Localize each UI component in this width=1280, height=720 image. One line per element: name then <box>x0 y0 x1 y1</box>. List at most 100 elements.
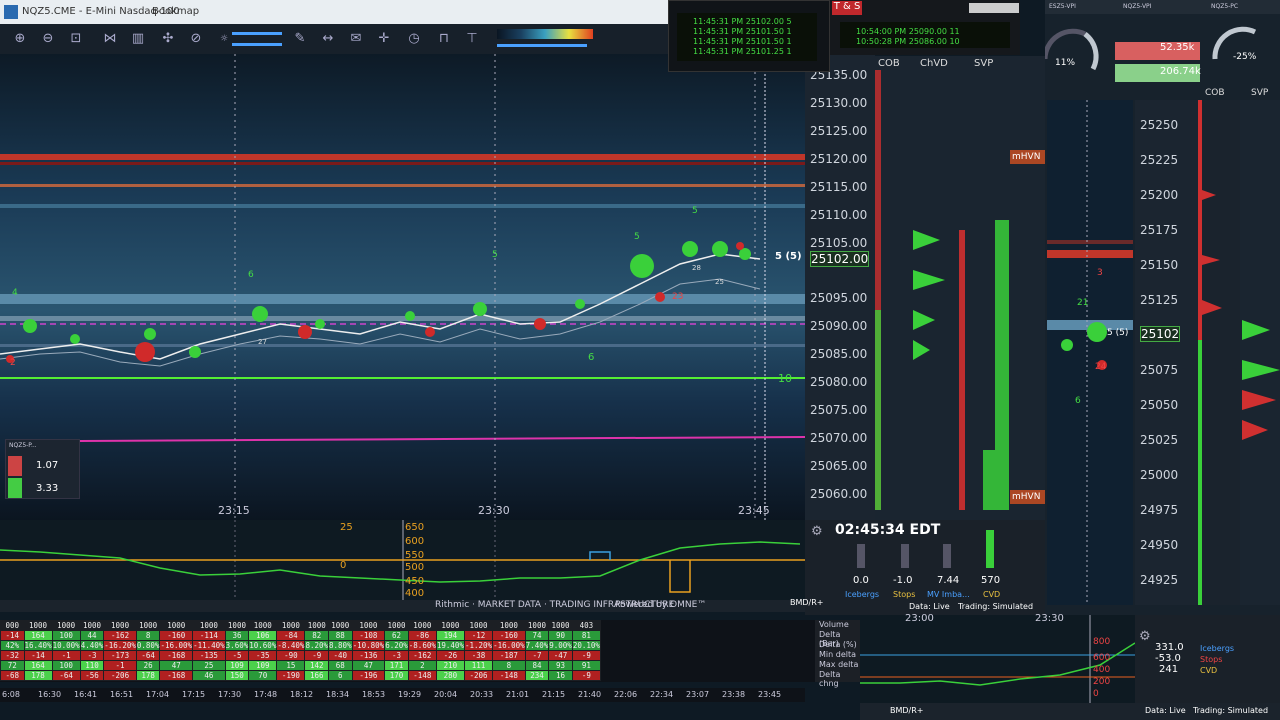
grid-row: 000 1000 1000 1000 1000 1000 1000 1000 1000 1000 1… <box>0 620 601 631</box>
trading-status: Trading: Simulated <box>1193 706 1269 715</box>
brightness-slider[interactable] <box>232 32 282 35</box>
grid-cell: 142 <box>304 660 330 671</box>
grid-cell: 178 <box>135 670 161 681</box>
grid-cell: 280 <box>435 670 465 681</box>
contrast-slider[interactable] <box>232 43 282 46</box>
grid-cell: -9 <box>304 650 330 661</box>
gear-icon[interactable]: ⚙ <box>811 524 823 539</box>
grid-cell: -64 <box>51 670 81 681</box>
indicator-label: 400 <box>405 588 425 599</box>
col-header-chvd[interactable]: ChVD <box>920 58 948 69</box>
tab-label[interactable]: NQZ5-VPI <box>1123 3 1151 10</box>
indicator-label: 450 <box>405 576 425 587</box>
time-and-sales-2[interactable]: T & S 10:54:00 PM 25090.00 11 10:50:28 P… <box>830 0 1020 55</box>
mini-widget[interactable]: NQZ5-P... 1.07 3.33 <box>5 439 80 499</box>
ts-row: 11:45:31 PM 25101.25 1 <box>693 47 792 56</box>
gauge-value-2: -25% <box>1233 52 1257 62</box>
grid-cell: 1000 <box>248 620 278 631</box>
current-price-tick: 25102 <box>1140 326 1181 342</box>
indicator-label: 400 <box>1093 665 1111 675</box>
grid-cell: 4.40% <box>79 640 105 651</box>
pencil-icon[interactable]: ✎ <box>292 31 308 47</box>
bubble-label: 24 <box>1095 362 1107 372</box>
ts-list[interactable]: 11:45:31 PM 25102.00 5 11:45:31 PM 25101… <box>677 13 817 61</box>
grid-row: 42% 16.40% 10.00% 4.40% -16.20% 0.80% -16.00% -… <box>0 640 601 651</box>
crosshair-icon[interactable]: ✛ <box>376 31 392 47</box>
grid-cell: -10.80% <box>351 640 386 651</box>
grid-cell: -162 <box>407 650 437 661</box>
grid-time-label: 17:04 <box>146 690 170 699</box>
right-col-header[interactable]: SVP <box>1251 88 1268 98</box>
chat-icon[interactable]: ✉ <box>348 31 364 47</box>
bubble-label: 25 <box>715 278 724 286</box>
app-icon <box>4 5 18 19</box>
grid-cell: 93 <box>548 660 573 671</box>
grid-cell: 164 <box>23 660 53 671</box>
grid-cell: 170 <box>384 670 409 681</box>
price-tick: 25250 <box>1140 118 1179 132</box>
tab-label[interactable]: ESZ5-VPI <box>1049 3 1076 10</box>
magnet-icon[interactable]: ⊓ <box>436 31 452 47</box>
gauge-value-1: 11% <box>1055 58 1076 68</box>
price-tick: 25120.00 <box>810 152 868 166</box>
ts2-list[interactable]: 10:54:00 PM 25090.00 11 10:50:28 PM 2508… <box>840 22 1010 48</box>
zoom-out-icon[interactable]: ⊖ <box>40 31 56 47</box>
price-tick: 25000 <box>1140 468 1179 482</box>
price-tick: 25090.00 <box>810 319 868 333</box>
price-tick: 25105.00 <box>810 236 868 250</box>
indicator-label: 0 <box>340 560 347 571</box>
grid-cell: 403 <box>571 620 601 631</box>
heatmap-color-bar[interactable] <box>497 29 593 39</box>
grid-cell: 62 <box>384 630 409 641</box>
grid-time-label: 18:34 <box>326 690 350 699</box>
gear-icon[interactable]: ⚙ <box>1139 629 1151 644</box>
price-tick: 25085.00 <box>810 347 868 361</box>
grid-cell: 26 <box>135 660 161 671</box>
grid-row: -32 -14 -1 -3 -173 -64 -168 -135 -5 -35 -90 -9 -40 -1… <box>0 650 601 661</box>
zoom-fit-icon[interactable]: ⊡ <box>68 31 84 47</box>
clock-icon[interactable]: ◷ <box>406 31 422 47</box>
heatmap-chart[interactable]: 4 6 5 5 5 2 27 28 25 23 6 5 (5) 10 23:15… <box>0 54 805 520</box>
title-bar: NQZ5.CME - E-Mini Nasdaq-100 Bookmap <box>0 0 668 24</box>
grid-cell: -135 <box>192 650 226 661</box>
grid-cell: 44 <box>79 630 105 641</box>
cvd-label: CVD <box>1200 666 1218 675</box>
lower-indicator-pane[interactable]: 25 650 600 550 500 450 400 0 <box>0 520 805 600</box>
indicator-label: 0 <box>1093 689 1099 699</box>
settings-icon[interactable]: ✣ <box>160 31 176 47</box>
right-lower-indicator[interactable]: 23:00 23:30 800 600 400 200 0 <box>860 613 1136 705</box>
col-header-svp[interactable]: SVP <box>974 58 993 69</box>
gauge-cvd <box>986 530 994 568</box>
grid-time-label: 23:38 <box>722 690 746 699</box>
mini-bar-green <box>8 478 22 498</box>
window-controls[interactable] <box>969 3 1019 13</box>
grid-cell: -14 <box>0 630 25 641</box>
tab-label[interactable]: NQZ5-PC <box>1211 3 1238 10</box>
right-heatmap[interactable]: 21 6 24 3 5 (5) <box>1047 100 1133 605</box>
row-label: Delta (Bar) <box>819 630 841 648</box>
col-header-cob[interactable]: COB <box>878 58 900 69</box>
time-and-sales[interactable]: 11:45:31 PM 25102.00 5 11:45:31 PM 25101… <box>668 0 830 72</box>
lock-icon[interactable]: ⊤ <box>464 31 480 47</box>
heatmap-slider[interactable] <box>497 44 587 47</box>
right-col-header[interactable]: COB <box>1205 88 1225 98</box>
grid-time-label: 23:07 <box>686 690 710 699</box>
app-name: Bookmap <box>152 6 200 17</box>
grid-cell: -14 <box>23 650 53 661</box>
zoom-in-icon[interactable]: ⊕ <box>12 31 28 47</box>
measure-icon[interactable]: ↔ <box>320 31 336 47</box>
indicators-icon[interactable]: ▥ <box>130 31 146 47</box>
grid-row: -68 178 -64 -56 -206 178 -168 46 150 70 -190 166 6 -1… <box>0 670 601 681</box>
grid-cell: -206 <box>463 670 494 681</box>
link-icon[interactable]: ⊘ <box>188 31 204 47</box>
grid-time-label: 21:15 <box>542 690 566 699</box>
time-label: 23:15 <box>218 504 250 517</box>
row-label: Min delta <box>819 650 856 659</box>
cvd-value: 570 <box>981 575 1001 586</box>
share-icon[interactable]: ⋈ <box>102 31 118 47</box>
bubble-label: 3 <box>1097 268 1103 278</box>
mini-bar-red <box>8 456 22 476</box>
grid-cell: 74 <box>524 630 550 641</box>
grid-cell: -9 <box>571 650 601 661</box>
grid-cell: 110 <box>79 660 105 671</box>
